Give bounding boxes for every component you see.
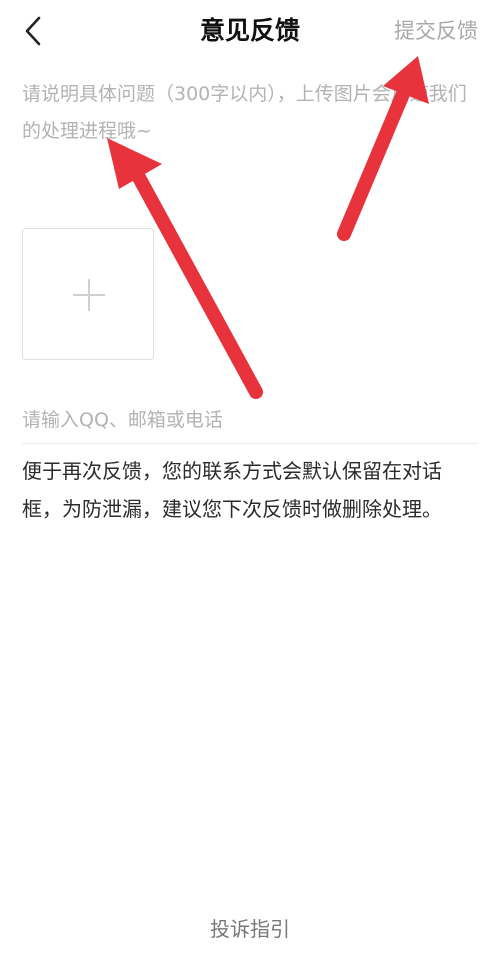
plus-icon: [73, 279, 105, 311]
submit-feedback-button[interactable]: 提交反馈: [394, 16, 478, 46]
upload-image-button[interactable]: [22, 228, 154, 360]
contact-input[interactable]: [22, 398, 478, 442]
contact-notice-text: 便于再次反馈，您的联系方式会默认保留在对话框，为防泄漏，建议您下次反馈时做删除处…: [22, 459, 442, 521]
complaint-guide-link[interactable]: 投诉指引: [0, 912, 500, 946]
feedback-description-input[interactable]: [22, 76, 478, 206]
divider: [22, 443, 478, 444]
navigation-bar: 意见反馈 提交反馈: [0, 0, 500, 62]
